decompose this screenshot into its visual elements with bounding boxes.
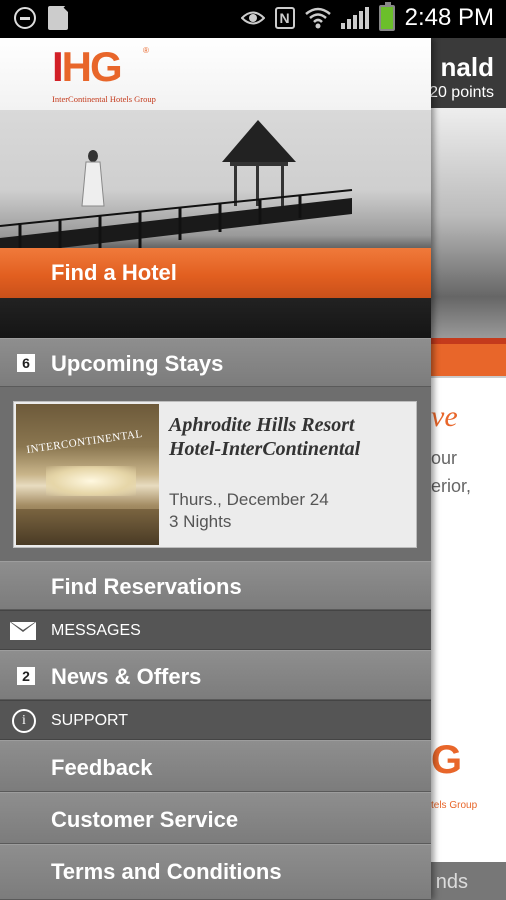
member-points: 20 points — [431, 84, 494, 101]
upcoming-stays-list: INTERCONTINENTAL Aphrodite Hills Resort … — [0, 387, 431, 561]
upcoming-stays-label: Upcoming Stays — [51, 351, 224, 376]
logo-letter-h: H — [61, 43, 92, 90]
background-orange-bar — [431, 338, 506, 376]
status-bar: N 2:48 PM — [0, 0, 506, 38]
upcoming-stays-count: 6 — [17, 354, 35, 372]
feedback-label: Feedback — [51, 755, 153, 780]
logo-subtitle: InterContinental Hotels Group — [52, 94, 156, 104]
eye-icon — [240, 11, 265, 25]
clock: 2:48 PM — [404, 4, 494, 31]
background-heading: ve — [431, 400, 458, 433]
wifi-icon — [304, 7, 331, 29]
hero-image — [0, 110, 431, 338]
member-header: nald 20 points — [431, 38, 506, 108]
background-text: our — [431, 448, 458, 468]
background-footer-label: nds — [435, 871, 468, 893]
terms-label: Terms and Conditions — [51, 859, 282, 884]
hotel-photo: INTERCONTINENTAL — [16, 404, 159, 545]
news-offers-row[interactable]: 2 News & Offers — [0, 650, 431, 700]
stay-card[interactable]: INTERCONTINENTAL Aphrodite Hills Resort … — [13, 401, 417, 548]
info-icon: i — [12, 709, 36, 733]
news-offers-label: News & Offers — [51, 664, 202, 689]
hotel-name-line2: Hotel-InterContinental — [169, 438, 361, 460]
navigation-drawer: IHG ® InterContinental Hotels Group Find… — [0, 38, 431, 900]
registered-mark: ® — [143, 46, 149, 55]
ihg-logo: IHG — [52, 43, 123, 90]
messages-label: MESSAGES — [51, 622, 141, 639]
find-hotel-button[interactable]: Find a Hotel — [0, 248, 431, 298]
background-page[interactable]: nald 20 points ve our erior, G tels Grou… — [431, 38, 506, 900]
upcoming-stays-row[interactable]: 6 Upcoming Stays — [0, 338, 431, 387]
logo-header: IHG ® InterContinental Hotels Group — [0, 38, 431, 110]
sd-card-icon — [48, 6, 68, 30]
nfc-icon: N — [274, 7, 295, 29]
background-footer[interactable]: nds — [431, 862, 506, 900]
support-label: SUPPORT — [51, 712, 129, 729]
find-reservations-row[interactable]: Find Reservations — [0, 561, 431, 610]
member-name: nald — [440, 52, 494, 82]
do-not-disturb-icon — [14, 7, 36, 29]
signal-icon — [340, 7, 369, 29]
envelope-icon — [10, 622, 36, 640]
terms-row[interactable]: Terms and Conditions — [0, 844, 431, 900]
logo-letter-i: I — [52, 43, 64, 90]
feedback-row[interactable]: Feedback — [0, 740, 431, 792]
background-logo-subtitle: tels Group — [431, 800, 478, 811]
news-offers-count: 2 — [17, 667, 35, 685]
hotel-sign: INTERCONTINENTAL — [25, 427, 144, 457]
logo-letter-g: G — [90, 43, 123, 90]
messages-section[interactable]: MESSAGES — [0, 610, 431, 650]
find-reservations-label: Find Reservations — [51, 574, 242, 599]
background-logo: G — [431, 738, 463, 782]
background-text: erior, — [431, 476, 472, 496]
battery-icon — [378, 2, 395, 31]
hotel-name: Aphrodite Hills Resort — [169, 414, 355, 436]
stay-date: Thurs., December 24 — [169, 490, 329, 509]
stay-nights: 3 Nights — [169, 512, 232, 531]
customer-service-label: Customer Service — [51, 807, 239, 832]
support-section: i SUPPORT — [0, 700, 431, 740]
customer-service-row[interactable]: Customer Service — [0, 792, 431, 844]
